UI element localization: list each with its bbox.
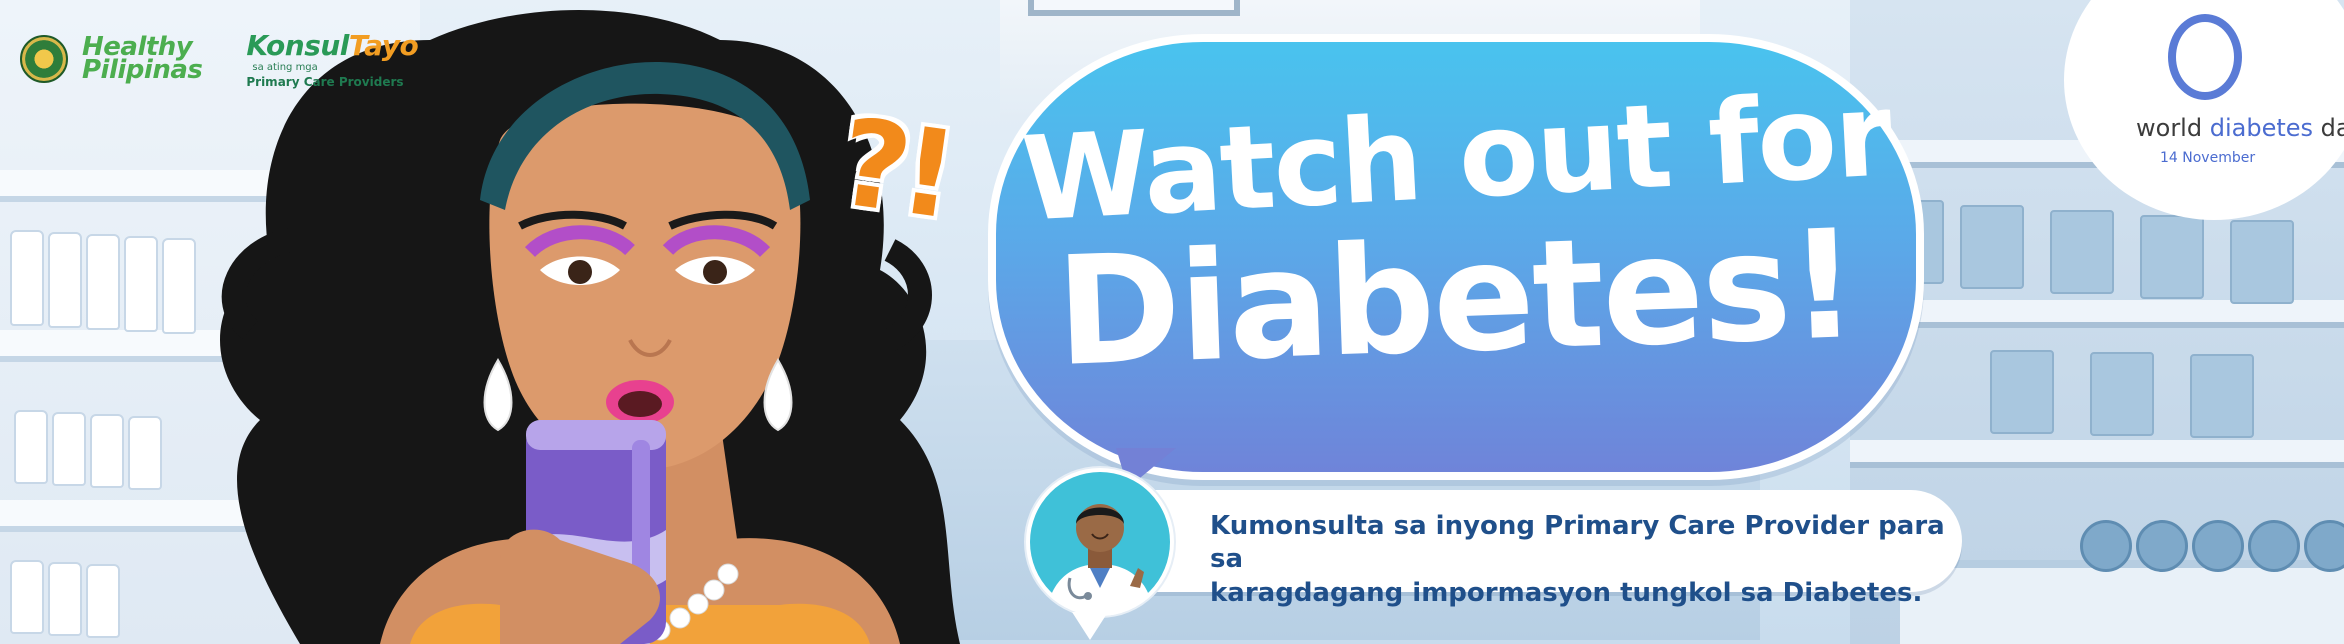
right-shelf-edge — [1850, 440, 2344, 468]
shelf-tin — [2192, 520, 2244, 572]
info-line1: Kumonsulta sa inyong Primary Care Provid… — [1210, 511, 1945, 575]
konsultayo-konsul: Konsul — [246, 29, 349, 62]
shelf-box — [2050, 210, 2114, 294]
konsultayo-subtitle: Primary Care Providers — [246, 75, 404, 89]
shelf-tin — [2248, 520, 2300, 572]
wdd-diabetes: diabetes — [2209, 114, 2314, 142]
shelf-box — [1990, 350, 2054, 434]
wdd-date: 14 November — [2160, 150, 2256, 166]
doctor-avatar — [1026, 468, 1174, 616]
konsultayo-logo: KonsulTayo sa ating mga Primary Care Pro… — [246, 29, 418, 89]
konsultayo-wordmark: KonsulTayo — [246, 29, 418, 62]
blue-circle-icon — [2168, 14, 2242, 100]
healthy-pilipinas-line2: Pilipinas — [82, 55, 203, 85]
question-exclamation: ?! — [830, 93, 958, 246]
woman-illustration — [220, 10, 960, 644]
partner-logos: Healthy Pilipinas KonsulTayo sa ating mg… — [20, 26, 419, 92]
banner: ?! Watch out for Diabetes! Healthy Pilip… — [0, 0, 2344, 644]
shelf-box — [2230, 220, 2294, 304]
shelf-box — [2140, 215, 2204, 299]
shelf-box — [2190, 354, 2254, 438]
shelf-tin — [2080, 520, 2132, 572]
shelf-box — [2090, 352, 2154, 436]
shelf-box — [1960, 205, 2024, 289]
wdd-world: world — [2136, 114, 2203, 142]
konsultayo-tagline: sa ating mga — [252, 62, 318, 73]
cabinet — [1900, 560, 2344, 644]
wdd-title: world diabetes day — [2136, 114, 2344, 142]
headline-line2: Diabetes! — [1053, 198, 1859, 400]
headline: Watch out for Diabetes! — [988, 67, 1924, 400]
doh-seal-icon — [20, 35, 68, 83]
info-line2: karagdagang impormasyon tungkol sa Diabe… — [1210, 577, 1923, 608]
info-text: Kumonsulta sa inyong Primary Care Provid… — [1210, 510, 1950, 610]
wdd-day: day — [2320, 114, 2344, 142]
ceiling-sign — [1028, 0, 1240, 16]
shelf-tin — [2136, 520, 2188, 572]
konsultayo-tayo: Tayo — [348, 29, 419, 62]
doctor-icon — [1030, 472, 1170, 616]
healthy-pilipinas-logo: Healthy Pilipinas — [82, 33, 203, 85]
